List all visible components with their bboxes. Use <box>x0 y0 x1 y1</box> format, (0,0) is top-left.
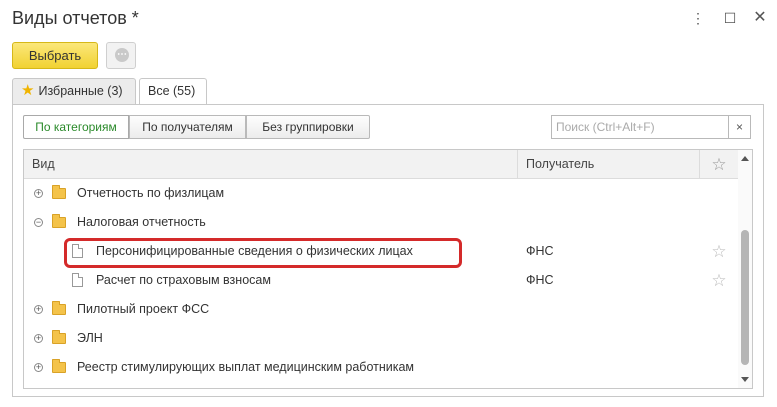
group-by-recipient-button[interactable]: По получателям <box>129 115 246 139</box>
tab-all-label: Все (55) <box>148 84 196 98</box>
document-icon <box>72 273 83 287</box>
row-name: Отчетность по физлицам <box>77 186 225 200</box>
star-icon: ★ <box>21 82 35 99</box>
expand-icon[interactable]: + <box>34 189 43 198</box>
table-row[interactable]: + Реестр стимулирующих выплат медицински… <box>24 353 738 382</box>
folder-icon <box>52 301 66 315</box>
table-row[interactable]: − Налоговая отчетность <box>24 208 738 237</box>
select-button[interactable]: Выбрать <box>12 42 98 69</box>
vertical-dots-icon[interactable]: ⋮ <box>688 8 708 28</box>
search-input[interactable]: Поиск (Ctrl+Alt+F) <box>551 115 729 139</box>
expand-icon[interactable]: + <box>34 363 43 372</box>
maximize-icon[interactable]: ☐ <box>720 8 740 28</box>
scroll-down-icon[interactable] <box>741 377 749 382</box>
table-header: Вид Получатель ☆ <box>24 150 738 179</box>
row-name: Налоговая отчетность <box>77 215 206 229</box>
search-clear-button[interactable]: × <box>729 115 751 139</box>
scroll-thumb[interactable] <box>741 230 749 365</box>
more-actions-icon: ⋯ <box>115 48 129 62</box>
tab-favorites-label: Избранные (3) <box>38 84 123 98</box>
highlight-annotation <box>64 238 462 268</box>
table-row[interactable]: + Отчетность по физлицам <box>24 179 738 208</box>
expand-icon[interactable]: + <box>34 305 43 314</box>
tab-favorites[interactable]: ★ Избранные (3) <box>12 78 136 104</box>
group-by-category-button[interactable]: По категориям <box>23 115 129 139</box>
row-recipient: ФНС <box>526 273 554 287</box>
close-icon[interactable]: ✕ <box>750 8 770 28</box>
no-grouping-button[interactable]: Без группировки <box>246 115 370 139</box>
row-name: Расчет по страховым взносам <box>96 273 271 287</box>
row-recipient: ФНС <box>526 244 554 258</box>
folder-icon <box>52 359 66 373</box>
favorite-star-icon[interactable]: ☆ <box>700 237 738 266</box>
table-row[interactable]: + ЭЛН <box>24 324 738 353</box>
column-header-recipient[interactable]: Получатель <box>518 150 700 179</box>
column-header-favorite[interactable]: ☆ <box>700 150 738 179</box>
tab-all[interactable]: Все (55) <box>139 78 207 105</box>
row-name: ЭЛН <box>77 331 103 345</box>
more-actions-button[interactable]: ⋯ <box>106 42 136 69</box>
reports-panel: По категориям По получателям Без группир… <box>12 104 764 397</box>
table-row[interactable]: + Пилотный проект ФСС <box>24 295 738 324</box>
table-row[interactable]: Расчет по страховым взносам ФНС ☆ <box>24 266 738 295</box>
folder-icon <box>52 330 66 344</box>
reports-table: Вид Получатель ☆ + Отчетность по физлица… <box>23 149 753 389</box>
vertical-scrollbar[interactable] <box>738 150 752 388</box>
column-header-type[interactable]: Вид <box>24 150 518 179</box>
folder-icon <box>52 185 66 199</box>
row-name: Реестр стимулирующих выплат медицинским … <box>77 360 415 374</box>
collapse-icon[interactable]: − <box>34 218 43 227</box>
scroll-up-icon[interactable] <box>741 156 749 161</box>
folder-icon <box>52 214 66 228</box>
row-name: Пилотный проект ФСС <box>77 302 210 316</box>
favorite-star-icon[interactable]: ☆ <box>700 266 738 295</box>
expand-icon[interactable]: + <box>34 334 43 343</box>
window-title: Виды отчетов * <box>12 8 139 28</box>
